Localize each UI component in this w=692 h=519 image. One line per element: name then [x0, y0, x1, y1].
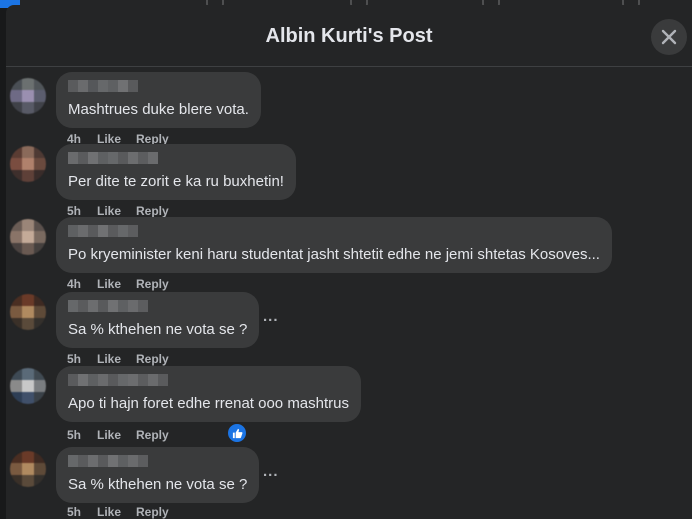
comment-text: Po kryeminister keni haru studentat jash… — [68, 246, 600, 263]
comment-actions: 5h Like Reply — [67, 352, 169, 366]
comment-time[interactable]: 4h — [67, 277, 97, 291]
comment-text: Apo ti hajn foret edhe rrenat ooo mashtr… — [68, 395, 350, 412]
commenter-name[interactable] — [68, 455, 247, 467]
comment-time[interactable]: 5h — [67, 505, 97, 519]
comment-actions: 5h Like Reply — [67, 204, 169, 218]
comment-actions: 4h Like Reply — [67, 277, 169, 291]
like-link[interactable]: Like — [97, 352, 136, 366]
avatar[interactable] — [10, 78, 46, 114]
like-link[interactable]: Like — [97, 428, 136, 442]
comment-bubble: Po kryeminister keni haru studentat jash… — [56, 217, 612, 273]
comment-bubble: Apo ti hajn foret edhe rrenat ooo mashtr… — [56, 366, 362, 422]
reply-link[interactable]: Reply — [136, 352, 169, 366]
comment-time[interactable]: 5h — [67, 352, 97, 366]
commenter-name[interactable] — [68, 152, 284, 164]
avatar[interactable] — [10, 368, 46, 404]
post-modal: Albin Kurti's Post Mashtrues duke blere … — [6, 5, 692, 519]
comment-text: Sa % kthehen ne vota se ? — [68, 476, 248, 493]
reply-link[interactable]: Reply — [136, 204, 169, 218]
comment-bubble: Mashtrues duke blere vota. — [56, 72, 261, 128]
comment-bubble: Per dite te zorit e ka ru buxhetin! — [56, 144, 296, 200]
comment-time[interactable]: 5h — [67, 428, 97, 442]
close-button[interactable] — [651, 19, 687, 55]
comment-actions: 5h Like Reply — [67, 428, 169, 442]
avatar[interactable] — [10, 294, 46, 330]
thumbs-up-icon — [232, 428, 242, 438]
commenter-name[interactable] — [68, 80, 249, 92]
comment-text: Mashtrues duke blere vota. — [68, 101, 249, 118]
reply-link[interactable]: Reply — [136, 428, 169, 442]
comment-options-button[interactable]: ... — [263, 308, 279, 325]
comment-time[interactable]: 5h — [67, 204, 97, 218]
avatar[interactable] — [10, 451, 46, 487]
modal-header: Albin Kurti's Post — [6, 5, 692, 67]
commenter-name[interactable] — [68, 374, 349, 386]
comment-bubble: Sa % kthehen ne vota se ? — [56, 447, 260, 503]
like-link[interactable]: Like — [97, 277, 136, 291]
reply-link[interactable]: Reply — [136, 505, 169, 519]
like-link[interactable]: Like — [97, 505, 136, 519]
avatar[interactable] — [10, 146, 46, 182]
comment-text: Per dite te zorit e ka ru buxhetin! — [68, 173, 284, 190]
comment-bubble: Sa % kthehen ne vota se ? — [56, 292, 260, 348]
comment-actions: 5h Like Reply — [67, 505, 169, 519]
like-reaction-icon[interactable] — [226, 422, 248, 444]
commenter-name[interactable] — [68, 225, 600, 237]
comment-options-button[interactable]: ... — [263, 463, 279, 480]
avatar[interactable] — [10, 219, 46, 255]
reply-link[interactable]: Reply — [136, 277, 169, 291]
close-icon — [661, 29, 677, 45]
modal-title: Albin Kurti's Post — [265, 25, 433, 47]
comment-text: Sa % kthehen ne vota se ? — [68, 321, 248, 338]
like-link[interactable]: Like — [97, 204, 136, 218]
commenter-name[interactable] — [68, 300, 247, 312]
